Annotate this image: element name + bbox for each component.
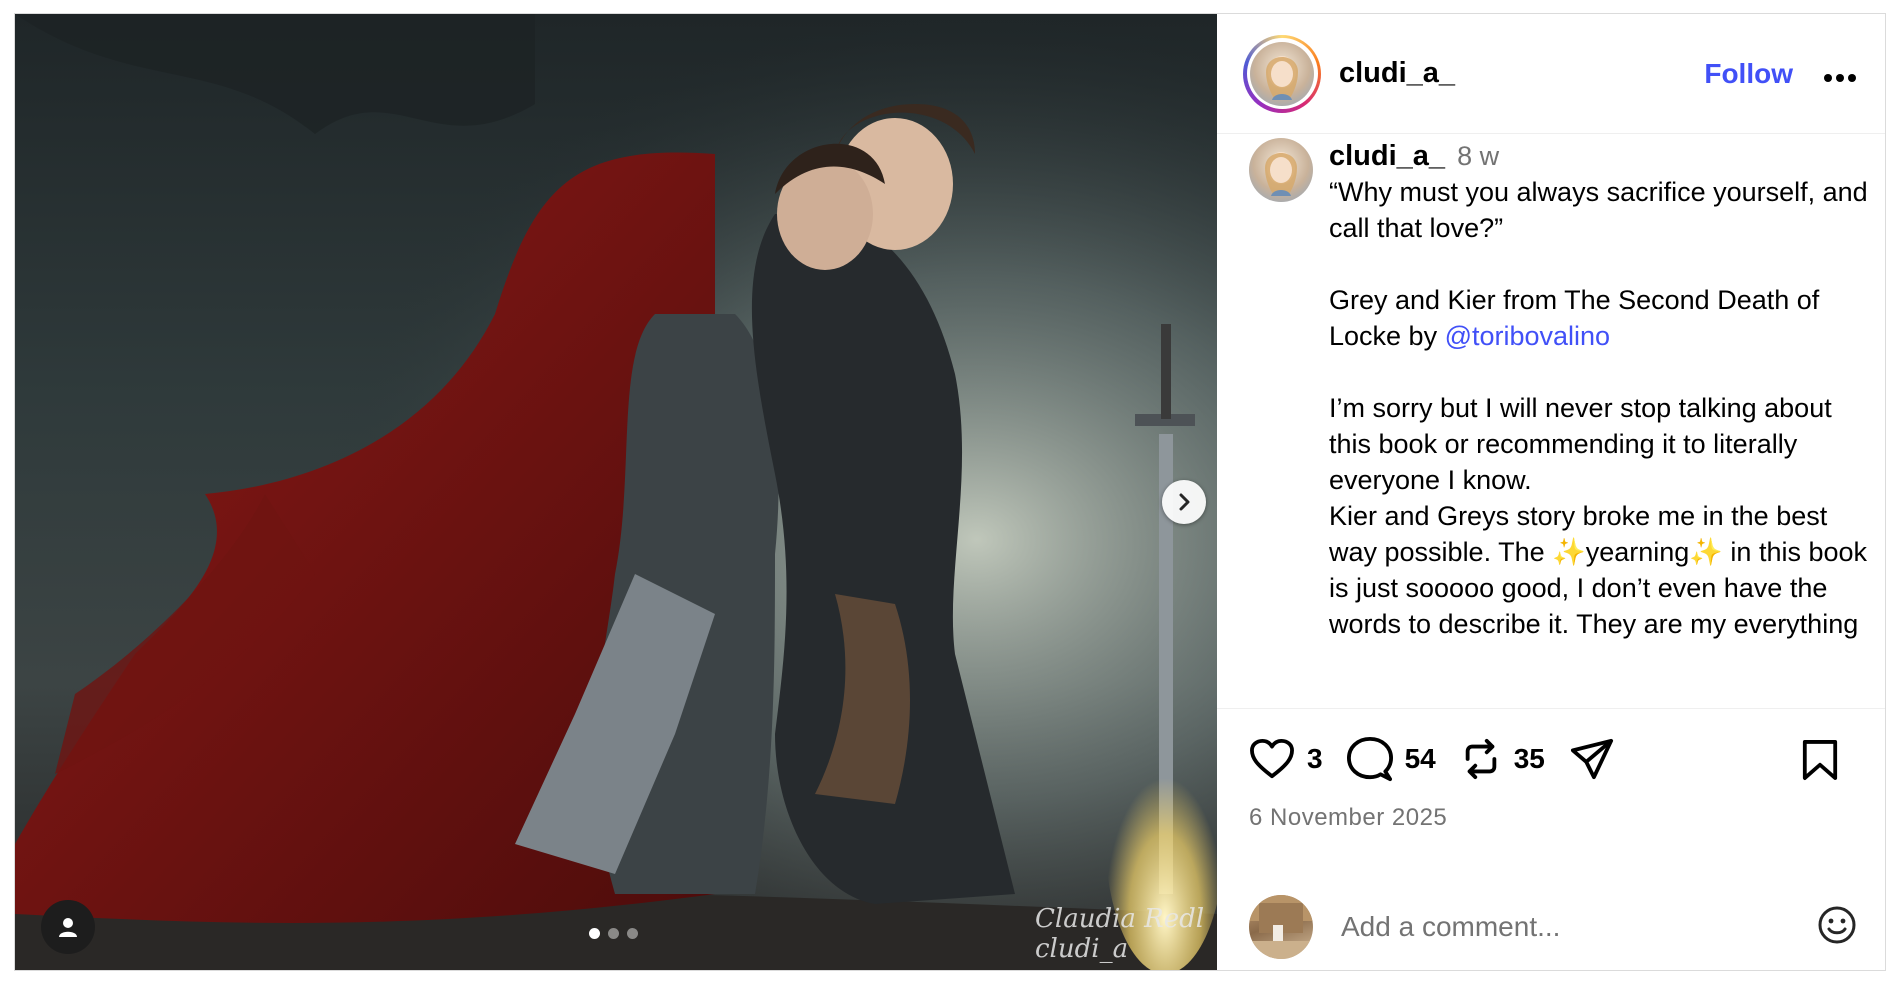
caption-line: I’m sorry but I will never stop talking … (1329, 393, 1832, 495)
post-date[interactable]: 6 November 2025 (1249, 804, 1447, 832)
caption-area: cludi_a_ 8 w “Why must you always sacrifi… (1217, 134, 1885, 709)
repost-count: 35 (1513, 743, 1545, 774)
share-icon (1570, 738, 1613, 780)
comment-icon (1346, 736, 1393, 782)
viewer-avatar (1249, 895, 1313, 959)
carousel-next-button[interactable] (1162, 480, 1206, 524)
comment-bar (1217, 884, 1885, 970)
comment-input[interactable] (1339, 910, 1817, 944)
caption-timestamp[interactable]: 8 w (1457, 141, 1499, 171)
post-card: Claudia Redl cludi_a cludi_a_ Follow clu… (14, 13, 1886, 971)
story-ring[interactable] (1243, 34, 1321, 113)
user-tag-icon (59, 918, 77, 937)
mention-link[interactable]: @toribovalino (1445, 321, 1611, 351)
comment-count: 54 (1404, 743, 1436, 774)
caption-avatar[interactable] (1249, 138, 1313, 202)
carousel-dot (627, 928, 638, 939)
comment-button[interactable]: 54 (1346, 736, 1436, 782)
emoji-button[interactable] (1817, 905, 1857, 950)
caption-line: “Why must you always sacrifice yourself,… (1329, 177, 1868, 243)
post-media[interactable]: Claudia Redl cludi_a (15, 14, 1217, 970)
follow-button[interactable]: Follow (1704, 58, 1793, 90)
caption-line: Kier and Greys story broke me in the bes… (1329, 501, 1868, 639)
like-count: 3 (1307, 743, 1323, 774)
carousel-indicator (589, 928, 638, 939)
artist-signature: Claudia Redl cludi_a (1035, 904, 1205, 964)
tagged-users-button[interactable] (41, 900, 95, 954)
post-header: cludi_a_ Follow (1217, 14, 1885, 134)
more-icon (1824, 73, 1856, 82)
caption-line: Grey and Kier from The Second Death of L… (1329, 285, 1820, 351)
carousel-dot (608, 928, 619, 939)
repost-icon (1465, 738, 1497, 780)
carousel-dot (589, 928, 600, 939)
post-side-panel: cludi_a_ Follow cludi_a_ 8 w “Why must y… (1217, 14, 1885, 970)
artwork-image (15, 14, 1217, 970)
save-button[interactable] (1801, 739, 1839, 786)
share-button[interactable] (1569, 737, 1615, 781)
heart-icon (1250, 738, 1294, 779)
caption-text: cludi_a_ 8 w “Why must you always sacrifi… (1329, 138, 1874, 642)
save-icon (1802, 740, 1838, 780)
emoji-icon (1818, 906, 1856, 943)
chevron-right-icon (1179, 493, 1190, 511)
avatar (1250, 41, 1314, 106)
caption-username[interactable]: cludi_a_ (1329, 140, 1445, 172)
more-options-button[interactable] (1823, 57, 1857, 91)
action-bar: 3 54 35 (1217, 709, 1885, 809)
post-author[interactable]: cludi_a_ (1339, 57, 1704, 90)
repost-button[interactable]: 35 (1460, 738, 1545, 780)
like-button[interactable]: 3 (1249, 738, 1323, 780)
